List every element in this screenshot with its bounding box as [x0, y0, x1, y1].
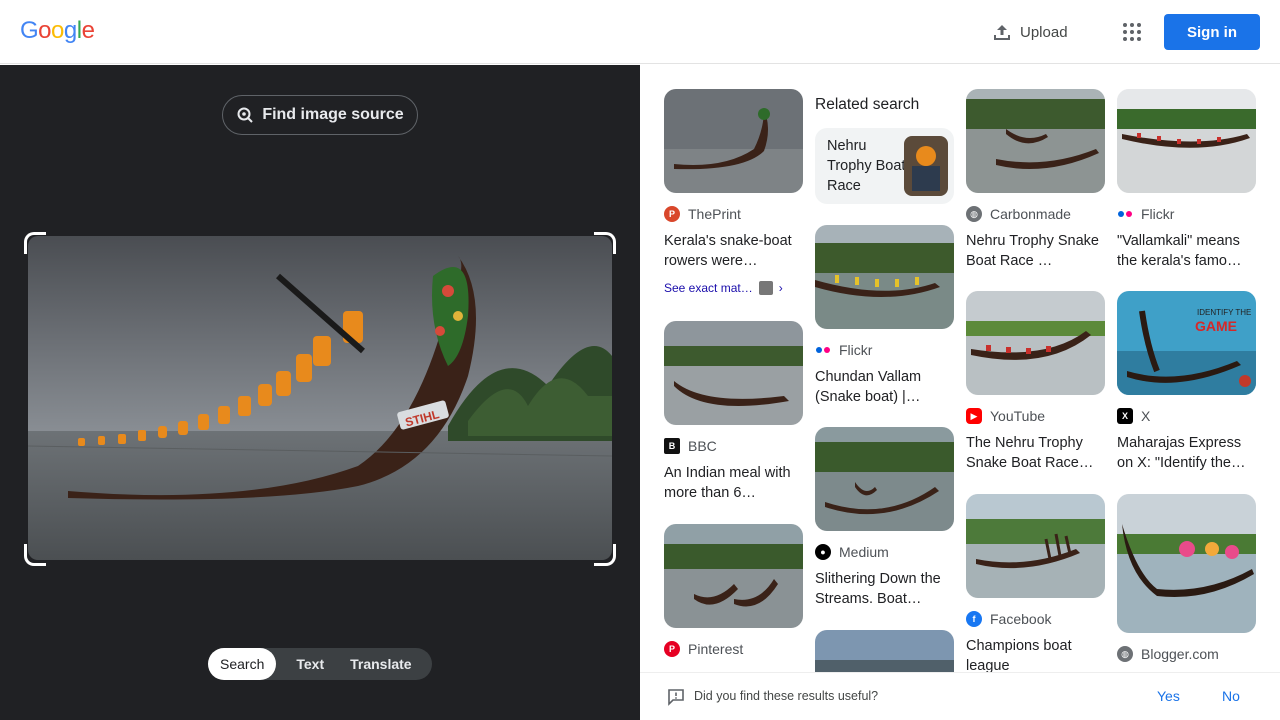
- chevron-right-icon: ›: [778, 281, 783, 295]
- result-title[interactable]: Maharajas Express on X: "Identify the…: [1117, 433, 1256, 473]
- result-card[interactable]: ◍ Carbonmade Nehru Trophy Snake Boat Race…: [966, 89, 1105, 271]
- find-image-source-label: Find image source: [262, 106, 404, 123]
- feedback-question: Did you find these results useful?: [694, 689, 879, 703]
- flickr-icon: [1117, 206, 1133, 222]
- crop-handle-top-right[interactable]: [594, 232, 616, 254]
- globe-icon: ◍: [966, 206, 982, 222]
- mode-text-tab[interactable]: Text: [276, 648, 338, 680]
- result-card[interactable]: ● Medium Slithering Down the Streams. Boa…: [815, 427, 954, 609]
- mode-translate-tab[interactable]: Translate: [338, 648, 423, 680]
- result-source: X: [1141, 408, 1151, 424]
- upload-icon: [994, 25, 1010, 40]
- result-thumbnail[interactable]: [1117, 494, 1256, 633]
- query-image-pane: Find image source STIHL Search Text Tran…: [0, 65, 640, 720]
- result-thumbnail[interactable]: [815, 427, 954, 531]
- result-card[interactable]: ◍ Blogger.com: [1117, 494, 1256, 671]
- result-card[interactable]: B BBC An Indian meal with more than 6…: [664, 321, 803, 503]
- result-title[interactable]: Slithering Down the Streams. Boat…: [815, 569, 954, 609]
- result-thumbnail[interactable]: [966, 494, 1105, 598]
- result-source: ThePrint: [688, 206, 741, 222]
- result-card[interactable]: P ThePrint Kerala's snake-boat rowers wer…: [664, 89, 803, 295]
- result-title[interactable]: "Vallamkali" means the kerala's famo…: [1117, 231, 1256, 271]
- theprint-icon: P: [664, 206, 680, 222]
- mode-switcher: Search Text Translate: [208, 648, 432, 680]
- upload-label: Upload: [1020, 23, 1068, 41]
- result-title[interactable]: Champions boat league: [966, 636, 1105, 676]
- result-title[interactable]: Nehru Trophy Snake Boat Race …: [966, 231, 1105, 271]
- find-image-source-button[interactable]: Find image source: [222, 95, 418, 135]
- globe-icon: ◍: [1117, 646, 1133, 662]
- feedback-no-button[interactable]: No: [1222, 688, 1240, 704]
- result-thumbnail[interactable]: [966, 291, 1105, 395]
- crop-handle-top-left[interactable]: [24, 232, 46, 254]
- feedback-yes-button[interactable]: Yes: [1157, 688, 1180, 704]
- related-search-chip[interactable]: Nehru Trophy Boat Race: [815, 128, 954, 204]
- crop-handle-bottom-right[interactable]: [594, 544, 616, 566]
- feedback-bar: Did you find these results useful? Yes N…: [640, 672, 1280, 720]
- related-search-heading: Related search: [815, 96, 920, 113]
- result-source: Facebook: [990, 611, 1052, 627]
- result-thumbnail[interactable]: [664, 524, 803, 628]
- result-source: Flickr: [839, 342, 873, 358]
- svg-text:GAME: GAME: [1195, 318, 1237, 334]
- x-icon: X: [1117, 408, 1133, 424]
- flickr-icon: [815, 342, 831, 358]
- result-source: BBC: [688, 438, 717, 454]
- pinterest-icon: P: [664, 641, 680, 657]
- feedback-icon: [668, 689, 684, 706]
- crop-handle-bottom-left[interactable]: [24, 544, 46, 566]
- result-source: Flickr: [1141, 206, 1175, 222]
- facebook-icon: f: [966, 611, 982, 627]
- result-source: Blogger.com: [1141, 646, 1219, 662]
- result-thumbnail[interactable]: [1117, 89, 1256, 193]
- google-logo[interactable]: Google: [20, 17, 95, 45]
- bbc-icon: B: [664, 438, 680, 454]
- result-card[interactable]: Flickr "Vallamkali" means the kerala's f…: [1117, 89, 1256, 271]
- result-thumbnail[interactable]: [815, 225, 954, 329]
- result-thumbnail[interactable]: IDENTIFY THE GAME: [1117, 291, 1256, 395]
- related-search-query: Nehru Trophy Boat Race: [827, 138, 906, 194]
- svg-text:IDENTIFY THE: IDENTIFY THE: [1197, 308, 1251, 317]
- result-source: Pinterest: [688, 641, 744, 657]
- upload-button[interactable]: Upload: [992, 20, 1068, 44]
- exact-match-thumb: [758, 281, 773, 295]
- result-title[interactable]: The Nehru Trophy Snake Boat Race…: [966, 433, 1105, 473]
- result-title[interactable]: Kerala's snake-boat rowers were…: [664, 231, 803, 271]
- results-pane: P ThePrint Kerala's snake-boat rowers wer…: [640, 65, 1280, 720]
- result-title[interactable]: An Indian meal with more than 6…: [664, 463, 803, 503]
- result-thumbnail[interactable]: [664, 321, 803, 425]
- result-card[interactable]: ▶ YouTube The Nehru Trophy Snake Boat Rac…: [966, 291, 1105, 473]
- top-bar: Google Upload Sign in: [0, 0, 1280, 64]
- medium-icon: ●: [815, 544, 831, 560]
- result-card[interactable]: Flickr Chundan Vallam (Snake boat) |…: [815, 225, 954, 407]
- result-thumbnail[interactable]: [966, 89, 1105, 193]
- apps-grid-icon[interactable]: [1123, 23, 1141, 41]
- result-card[interactable]: P Pinterest: [664, 524, 803, 666]
- lens-search-icon: [237, 107, 254, 123]
- mode-search-tab[interactable]: Search: [208, 648, 277, 680]
- youtube-icon: ▶: [966, 408, 982, 424]
- sign-in-button[interactable]: Sign in: [1164, 14, 1260, 50]
- result-thumbnail[interactable]: [664, 89, 803, 193]
- result-title[interactable]: Chundan Vallam (Snake boat) |…: [815, 367, 954, 407]
- result-source: YouTube: [990, 408, 1046, 424]
- see-exact-matches-link[interactable]: See exact mat… ›: [664, 281, 803, 295]
- related-search-thumb: [904, 136, 948, 196]
- result-source: Medium: [839, 544, 889, 560]
- query-image[interactable]: STIHL: [28, 236, 612, 560]
- result-source: Carbonmade: [990, 206, 1071, 222]
- result-card[interactable]: f Facebook Champions boat league: [966, 494, 1105, 676]
- result-card[interactable]: IDENTIFY THE GAME XX Maharajas Express on…: [1117, 291, 1256, 473]
